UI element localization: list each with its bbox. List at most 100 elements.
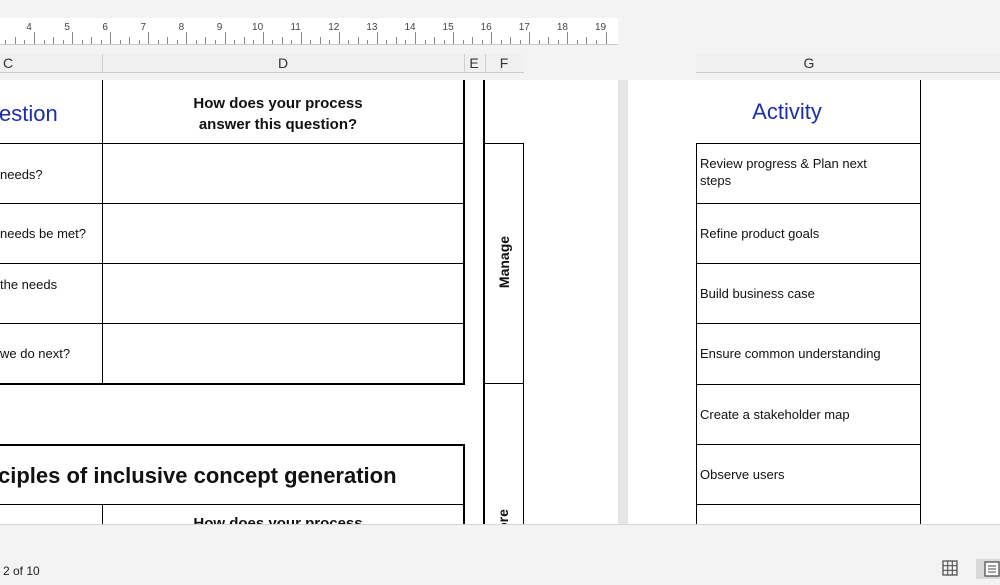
table-row[interactable]: Build business case [696,264,921,324]
table-row[interactable]: the needs [0,264,103,324]
band-cell-manage[interactable]: Manage [485,143,524,384]
process-header-line2: answer this question? [198,116,358,133]
manage-label: Manage [496,235,512,289]
ruler-tick [548,37,550,44]
ruler-tick [62,40,64,44]
ruler-tick [348,40,350,44]
ruler-tick [519,40,521,44]
ruler-number: 10 [252,22,264,33]
ruler-tick [395,37,397,44]
ruler-tick [43,40,45,44]
table-row[interactable] [696,505,921,524]
ruler-tick [586,37,588,44]
table-row[interactable]: Create a stakeholder map [696,385,921,445]
activity-text: Build business case [700,286,815,301]
column-header-e[interactable]: E [469,55,478,71]
printed-page-left: estion How does your process answer this… [0,80,618,524]
ruler-tick [538,40,540,44]
ruler-tick [272,40,274,44]
column-header-g[interactable]: G [804,55,815,71]
band-cell-explore[interactable]: ore [485,384,524,524]
ruler-number: 6 [102,22,108,33]
question-text: we do next? [0,346,71,361]
ruler-tick [557,40,559,44]
cell-process-header[interactable]: How does your process answer this questi… [103,80,465,143]
column-header-bar: C D E F G [0,46,1000,80]
ruler-tick [500,40,502,44]
activity-header: Activity [752,99,822,124]
ruler-number: 4 [26,22,32,33]
ruler-number: 18 [556,22,568,33]
page-indicator: 2 of 10 [3,564,40,578]
section-title-cell[interactable]: ciples of inclusive concept generation [0,444,465,505]
ruler-tick [310,40,312,44]
ruler-tick [291,40,293,44]
process-header-line1: How does your process [193,95,363,112]
ruler-tick [329,40,331,44]
status-bar: 2 of 10 [0,524,1000,585]
column-header-c[interactable]: C [3,55,13,71]
ruler-tick [262,32,264,44]
ruler-tick [148,32,150,44]
ruler-number: 8 [178,22,185,33]
ruler-tick [53,37,55,44]
answer-cell[interactable] [103,143,465,204]
table-border [463,80,465,385]
ruler-tick [434,37,436,44]
ruler-tick [243,37,245,44]
ruler-tick [129,37,131,44]
ruler-tick [453,32,455,44]
ruler-tick [195,40,197,44]
ruler-tick [595,40,597,44]
page-layout-icon[interactable] [976,559,1000,579]
cell-activity-header[interactable]: Activity [696,80,921,143]
ruler-tick [119,40,121,44]
ruler-tick [24,40,26,44]
activity-text: Observe users [700,467,785,482]
ruler-number: 14 [404,22,416,33]
table-row[interactable]: Observe users [696,445,921,505]
ruler-tick [34,32,35,44]
ruler-tick [367,40,369,44]
ruler-tick [5,40,7,44]
answer-cell[interactable] [103,324,465,385]
column-header-f[interactable]: F [500,55,509,71]
table-row[interactable]: needs be met? [0,204,103,264]
ruler-tick [300,32,302,44]
ruler-tick [567,32,569,44]
ruler-number: 11 [290,22,301,33]
table-row[interactable]: Ensure common understanding [696,324,921,385]
ruler-tick [138,40,140,44]
answer-cell[interactable] [103,264,465,324]
ruler-tick [605,32,607,44]
answer-cell[interactable]: How does your process [103,505,465,524]
ruler-tick [110,32,112,44]
table-row[interactable] [0,505,103,524]
ruler-number: 15 [442,22,454,33]
ruler-tick [443,40,445,44]
ruler-number: 12 [328,22,340,33]
ruler-track: 4 5 6 7 8 9 10 11 12 13 14 15 16 17 18 19 [0,18,618,45]
activity-text: Ensure common understanding [700,346,881,361]
table-row[interactable]: we do next? [0,324,103,385]
ruler-tick [72,32,74,44]
ruler-tick [376,32,378,44]
ruler-tick [424,40,426,44]
ruler-tick [405,40,407,44]
ruler-tick [14,37,16,44]
ruler-number: 5 [64,22,70,33]
page-layout-workspace: estion How does your process answer this… [0,80,1000,524]
ruler-number: 16 [480,22,492,33]
table-row[interactable]: Review progress & Plan next steps [696,143,921,204]
question-header: estion [0,101,58,126]
answer-cell[interactable] [103,204,465,264]
table-row[interactable]: needs? [0,143,103,204]
ruler-tick [319,37,321,44]
question-text: needs? [0,167,43,182]
table-row[interactable]: Refine product goals [696,204,921,264]
ruler-number: 9 [216,22,223,33]
cell-question-header[interactable]: estion [0,80,103,143]
column-header-d[interactable]: D [278,55,288,71]
ruler-tick [167,37,169,44]
grid-icon[interactable] [941,559,961,579]
